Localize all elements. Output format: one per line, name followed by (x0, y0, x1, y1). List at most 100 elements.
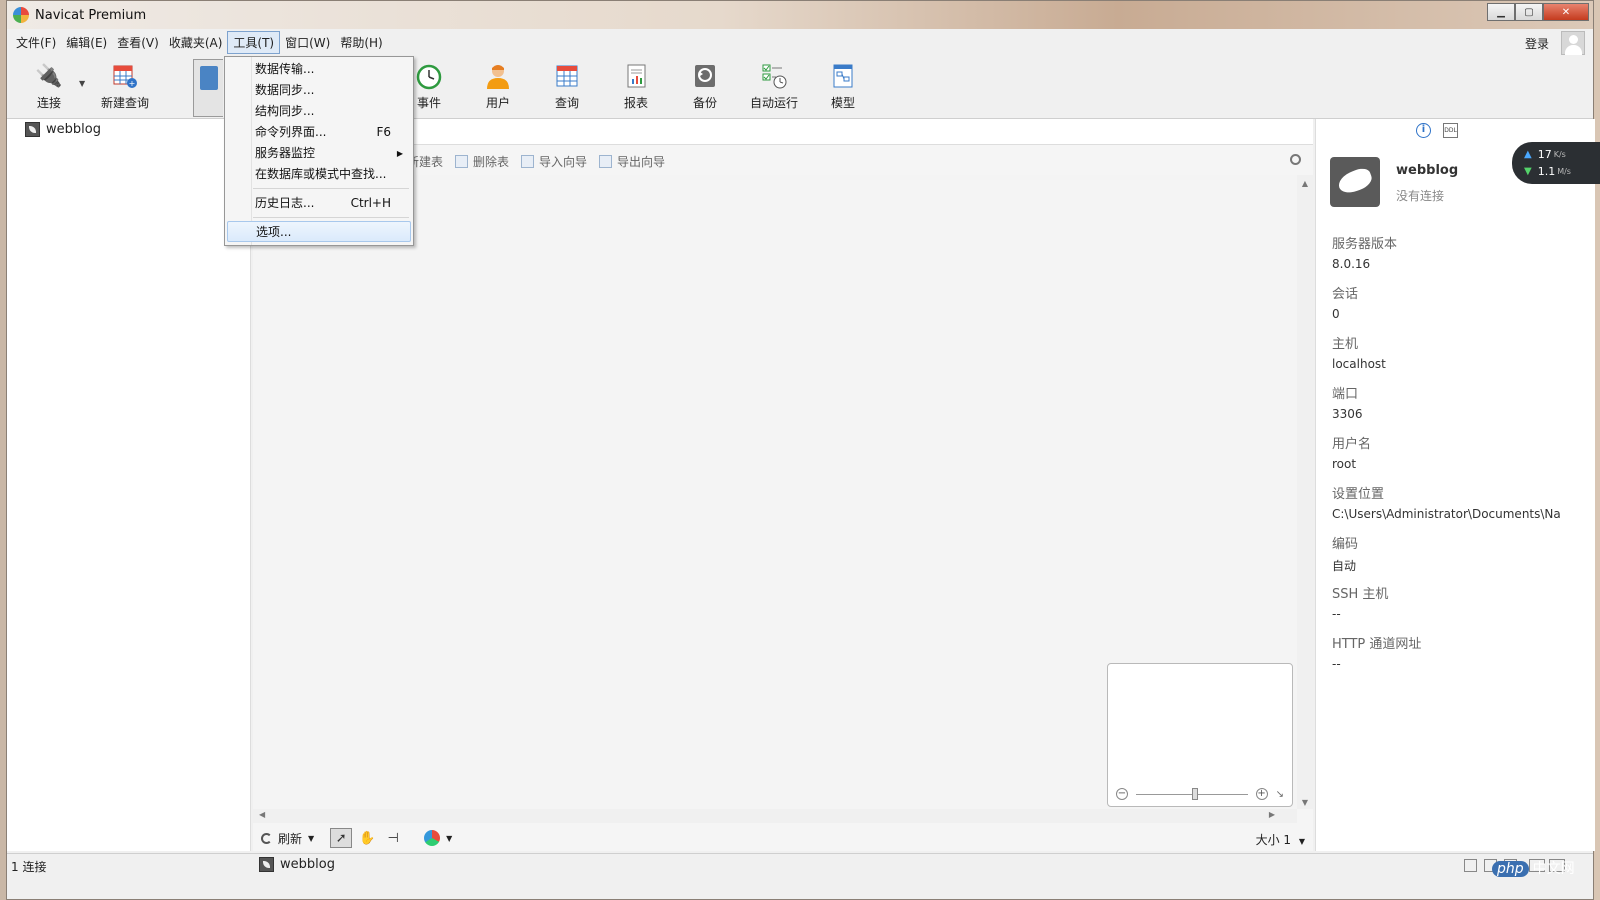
toolbar-label: 事件 (416, 96, 441, 110)
info-icon[interactable]: i (1416, 123, 1431, 138)
zoom-out-icon[interactable]: − (1116, 788, 1128, 800)
scroll-right-icon[interactable]: ▶ (1269, 810, 1275, 819)
toolbar-new-query-button[interactable]: + 新建查询 (93, 61, 157, 111)
zoom-slider-thumb[interactable] (1191, 787, 1198, 800)
toolbar-query-button[interactable]: 查询 (537, 61, 597, 111)
user-icon (483, 61, 513, 91)
menu-item-history-log[interactable]: 历史日志... Ctrl+H (227, 193, 411, 214)
scroll-up-icon[interactable]: ▲ (1297, 179, 1313, 188)
size-dropdown-icon: ▼ (1298, 837, 1305, 846)
status-bar: 1 连接 webblog (7, 853, 1593, 877)
toolbar-label: 新建查询 (100, 96, 149, 110)
zoom-in-icon[interactable]: + (1255, 788, 1268, 800)
menu-divider (253, 217, 409, 218)
delete-table-label: 删除表 (473, 154, 510, 169)
scroll-left-icon[interactable]: ◀ (259, 810, 265, 819)
upload-arrow-icon: ▲ (1524, 149, 1532, 160)
connect-dropdown-arrow-icon[interactable]: ▼ (79, 79, 85, 88)
toolbar-schedule-button[interactable]: 自动运行 (744, 61, 804, 111)
menu-item-options[interactable]: 选项... (227, 221, 411, 242)
scroll-down-icon[interactable]: ▼ (1297, 798, 1313, 807)
ddl-icon[interactable]: DDL (1443, 123, 1458, 138)
minimize-button[interactable]: ▁ (1487, 3, 1515, 21)
canvas-minimap[interactable]: − + ↘ (1107, 663, 1293, 807)
menu-help[interactable]: 帮助(H) (335, 32, 387, 53)
toolbar-label: 自动运行 (749, 96, 798, 110)
zoom-control: − + ↘ (1116, 786, 1284, 802)
import-wizard-button[interactable]: 导入向导 (521, 153, 587, 170)
line-tool-icon[interactable]: ⊣ (382, 828, 404, 848)
grid-view-icon[interactable] (1464, 859, 1477, 872)
search-icon[interactable] (1290, 154, 1301, 165)
menu-item-data-sync[interactable]: 数据同步... (227, 80, 411, 101)
info-panel: i DDL webblog 没有连接 服务器版本 8.0.16 会话 0 主机 … (1315, 119, 1595, 851)
menu-item-console[interactable]: 命令列界面... F6 (227, 122, 411, 143)
canvas-bottom-bar: 刷新 ▼ ➚ ✋ ⊣ ▼ 大小 1 ▼ (253, 825, 1313, 851)
schedule-icon (759, 61, 789, 91)
menu-item-server-monitor[interactable]: 服务器监控 ▶ (227, 143, 411, 164)
user-avatar-icon[interactable] (1561, 31, 1585, 55)
color-picker-icon[interactable] (424, 830, 441, 846)
toolbar-backup-button[interactable]: 备份 (675, 61, 735, 111)
network-speed-widget: ▲ 17 K/s ▼ 1.1 M/s (1512, 142, 1600, 184)
menu-item-structure-sync[interactable]: 结构同步... (227, 101, 411, 122)
delete-table-icon (455, 154, 469, 168)
backup-icon (690, 61, 720, 91)
fit-screen-icon[interactable]: ↘ (1276, 789, 1284, 800)
toolbar-label: 用户 (485, 96, 510, 110)
size-label: 大小 1 (1255, 833, 1292, 847)
maximize-button[interactable]: ▢ (1515, 3, 1543, 21)
property-username: 用户名 root (1332, 437, 1372, 471)
close-button[interactable]: ✕ (1543, 3, 1589, 21)
menu-view[interactable]: 查看(V) (112, 32, 164, 53)
menu-divider (253, 188, 409, 189)
toolbar-user-button[interactable]: 用户 (468, 61, 528, 111)
size-selector[interactable]: 大小 1 ▼ (1256, 831, 1305, 848)
horizontal-scrollbar[interactable]: ◀ ▶ (253, 809, 1297, 823)
refresh-icon (261, 832, 272, 844)
menu-item-data-transfer[interactable]: 数据传输... (227, 59, 411, 80)
property-ssh-host: SSH 主机 -- (1332, 587, 1389, 621)
menu-tools[interactable]: 工具(T) (227, 30, 281, 54)
table-icon (200, 66, 218, 90)
property-sessions: 会话 0 (1332, 287, 1359, 321)
menu-item-find-in-database[interactable]: 在数据库或模式中查找... (227, 164, 411, 185)
menu-window[interactable]: 窗口(W) (280, 32, 335, 53)
upload-speed: ▲ 17 K/s (1524, 148, 1566, 161)
menu-file[interactable]: 文件(F) (11, 32, 61, 53)
export-wizard-label: 导出向导 (617, 154, 666, 169)
refresh-button[interactable]: 刷新 ▼ (261, 830, 314, 847)
menu-edit[interactable]: 编辑(E) (61, 32, 112, 53)
model-icon (828, 61, 858, 91)
window-title: Navicat Premium (35, 7, 147, 23)
mysql-dolphin-icon (1330, 157, 1380, 207)
vertical-scrollbar[interactable]: ▲ ▼ (1297, 175, 1313, 809)
status-connection-name: webblog (280, 857, 335, 872)
delete-table-button[interactable]: 删除表 (455, 153, 509, 170)
login-link[interactable]: 登录 (1525, 35, 1549, 52)
property-http-tunnel: HTTP 通道网址 -- (1332, 637, 1422, 671)
plug-icon: 🔌 (35, 63, 63, 89)
toolbar-table-button[interactable] (193, 59, 223, 117)
window-controls: ▁ ▢ ✕ (1487, 3, 1589, 21)
hand-tool-icon[interactable]: ✋ (356, 828, 378, 848)
toolbar-connect-button[interactable]: 🔌 连接 (19, 61, 79, 111)
mysql-connection-icon (25, 122, 40, 137)
connection-name: webblog (46, 122, 101, 137)
menu-favorites[interactable]: 收藏夹(A) (164, 32, 228, 53)
toolbar-model-button[interactable]: 模型 (813, 61, 873, 111)
title-bar[interactable]: Navicat Premium ▁ ▢ ✕ (7, 1, 1593, 29)
property-settings-location: 设置位置 C:\Users\Administrator\Documents\Na (1332, 487, 1561, 521)
export-wizard-button[interactable]: 导出向导 (599, 153, 665, 170)
status-connections: 1 连接 (11, 860, 47, 874)
color-dropdown-icon[interactable]: ▼ (446, 834, 452, 843)
connection-tree-item[interactable]: webblog (25, 122, 101, 137)
property-encoding: 编码 自动 (1332, 537, 1359, 573)
toolbar-report-button[interactable]: 报表 (606, 61, 666, 111)
zoom-slider[interactable] (1136, 787, 1248, 800)
property-port: 端口 3306 (1332, 387, 1363, 421)
info-panel-tabs: i DDL (1416, 123, 1458, 138)
report-icon (621, 61, 651, 91)
pointer-tool-icon[interactable]: ➚ (330, 828, 353, 848)
refresh-label: 刷新 (278, 831, 303, 846)
